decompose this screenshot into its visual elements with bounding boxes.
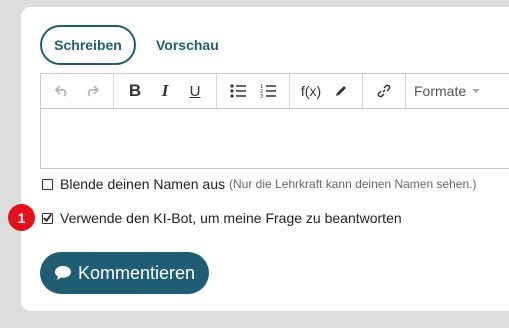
hide-name-option[interactable]: Blende deinen Namen aus (Nur die Lehrkra…: [42, 176, 477, 192]
bold-button[interactable]: B: [120, 74, 150, 108]
svg-text:3: 3: [260, 94, 263, 98]
pen-icon[interactable]: [326, 74, 356, 108]
list-group: 123: [217, 74, 290, 108]
tab-write[interactable]: Schreiben: [40, 25, 136, 65]
hide-name-checkbox[interactable]: [42, 178, 53, 190]
insert-group: f(x): [290, 74, 363, 108]
bullet-list-icon[interactable]: [223, 74, 253, 108]
redo-icon[interactable]: [77, 74, 107, 108]
use-bot-checkbox[interactable]: [42, 212, 53, 224]
formats-dropdown[interactable]: Formate: [406, 74, 488, 108]
hide-name-hint: (Nur die Lehrkraft kann deinen Namen seh…: [229, 177, 477, 191]
comment-submit-button[interactable]: Kommentieren: [40, 252, 209, 294]
formats-label: Formate: [414, 83, 467, 99]
comment-textarea[interactable]: [41, 109, 509, 169]
history-group: [41, 74, 114, 108]
tab-preview[interactable]: Vorschau: [156, 25, 219, 65]
italic-button[interactable]: I: [150, 74, 180, 108]
editor-tabs: Schreiben Vorschau: [40, 25, 219, 65]
hide-name-label: Blende deinen Namen aus: [60, 176, 226, 192]
use-bot-label: Verwende den KI-Bot, um meine Frage zu b…: [60, 210, 402, 226]
checkmark-icon: [43, 213, 52, 223]
numbered-list-icon[interactable]: 123: [253, 74, 283, 108]
comment-submit-label: Kommentieren: [77, 262, 196, 283]
format-group: B I U: [114, 74, 217, 108]
rich-text-editor: B I U 123 f(x) Formate: [40, 73, 509, 169]
formula-button[interactable]: f(x): [296, 74, 326, 108]
undo-icon[interactable]: [47, 74, 77, 108]
step-badge: 1: [8, 204, 35, 231]
link-icon[interactable]: [369, 74, 399, 108]
editor-toolbar: B I U 123 f(x) Formate: [41, 74, 509, 109]
use-bot-option[interactable]: Verwende den KI-Bot, um meine Frage zu b…: [42, 210, 402, 226]
chevron-down-icon: [472, 89, 481, 93]
speech-bubble-icon: [54, 265, 72, 281]
link-group: [363, 74, 406, 108]
underline-button[interactable]: U: [180, 74, 210, 108]
